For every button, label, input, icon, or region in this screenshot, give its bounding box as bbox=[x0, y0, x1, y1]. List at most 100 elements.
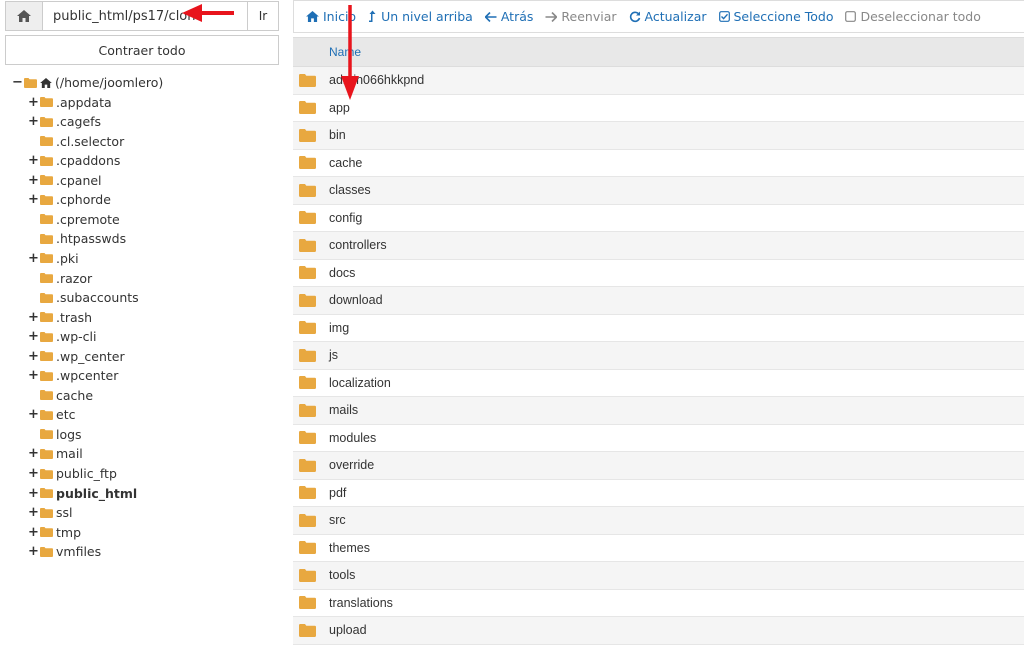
folder-icon bbox=[40, 273, 53, 283]
folder-icon bbox=[299, 513, 316, 527]
back-button[interactable]: Atrás bbox=[484, 9, 533, 24]
table-row[interactable]: upload bbox=[293, 617, 1024, 645]
tree-item[interactable]: .htpasswds bbox=[40, 229, 126, 248]
table-row[interactable]: app bbox=[293, 94, 1024, 122]
expand-toggle-icon[interactable]: + bbox=[28, 349, 39, 364]
table-row[interactable]: localization bbox=[293, 369, 1024, 397]
tree-item[interactable]: + .cphorde bbox=[28, 190, 111, 209]
file-name: themes bbox=[329, 540, 370, 555]
tree-item[interactable]: cache bbox=[40, 386, 93, 405]
tree-item[interactable]: + .cpaddons bbox=[28, 151, 120, 170]
folder-icon bbox=[40, 312, 53, 323]
table-row[interactable]: js bbox=[293, 342, 1024, 370]
tree-item[interactable]: + .wpcenter bbox=[28, 366, 118, 385]
file-name: pdf bbox=[329, 485, 347, 500]
tree-root[interactable]: − (/home/joomlero) bbox=[12, 73, 163, 92]
expand-toggle-icon[interactable]: + bbox=[28, 192, 39, 207]
tree-item[interactable]: + public_ftp bbox=[28, 464, 117, 483]
table-row[interactable]: translations bbox=[293, 589, 1024, 617]
tree-item[interactable]: + public_html bbox=[28, 484, 137, 503]
arrow-right-icon bbox=[545, 11, 558, 22]
forward-button[interactable]: Reenviar bbox=[545, 9, 617, 24]
expand-toggle-icon[interactable]: + bbox=[28, 407, 39, 422]
file-manager-panel: Inicio Un nivel arriba Atrás Reenviar Ac… bbox=[293, 0, 1024, 654]
collapse-all-button[interactable]: Contraer todo bbox=[5, 35, 279, 65]
refresh-button[interactable]: Actualizar bbox=[629, 9, 707, 24]
expand-toggle-icon[interactable]: + bbox=[28, 525, 39, 540]
expand-toggle-icon[interactable]: + bbox=[28, 95, 39, 110]
tree-item[interactable]: + .wp_center bbox=[28, 347, 125, 366]
expand-toggle-icon[interactable]: + bbox=[28, 153, 39, 168]
tree-item[interactable]: + ssl bbox=[28, 503, 73, 522]
tree-item-label: .cpaddons bbox=[56, 153, 121, 169]
tree-item[interactable]: + .appdata bbox=[28, 93, 112, 112]
expand-toggle-icon[interactable]: + bbox=[28, 466, 39, 481]
expand-toggle-icon[interactable]: + bbox=[28, 310, 39, 325]
go-button[interactable]: Ir bbox=[247, 2, 278, 30]
table-row[interactable]: modules bbox=[293, 424, 1024, 452]
tree-item[interactable]: .razor bbox=[40, 269, 92, 288]
home-button[interactable] bbox=[6, 2, 43, 30]
folder-icon bbox=[40, 409, 53, 420]
refresh-icon bbox=[629, 11, 640, 22]
table-row[interactable]: download bbox=[293, 287, 1024, 315]
table-row[interactable]: admin066hkkpnd bbox=[293, 67, 1024, 95]
tree-item-label: mail bbox=[56, 446, 83, 462]
tree-item[interactable]: .subaccounts bbox=[40, 288, 139, 307]
table-row[interactable]: img bbox=[293, 314, 1024, 342]
tree-item[interactable]: + .cagefs bbox=[28, 112, 101, 131]
home-toolbar-label: Inicio bbox=[323, 9, 357, 24]
tree-item[interactable]: + .trash bbox=[28, 308, 92, 327]
table-row[interactable]: bin bbox=[293, 122, 1024, 150]
file-name: admin066hkkpnd bbox=[329, 73, 425, 88]
path-input[interactable] bbox=[43, 2, 247, 30]
collapse-toggle-icon[interactable]: − bbox=[12, 75, 23, 90]
tree-item[interactable]: .cpremote bbox=[40, 210, 120, 229]
folder-icon bbox=[299, 183, 316, 197]
table-row[interactable]: pdf bbox=[293, 479, 1024, 507]
table-row[interactable]: src bbox=[293, 507, 1024, 535]
file-name: img bbox=[329, 320, 350, 335]
deselect-all-button[interactable]: Deseleccionar todo bbox=[845, 9, 981, 24]
expand-toggle-icon[interactable]: + bbox=[28, 544, 39, 559]
tree-item[interactable]: .cl.selector bbox=[40, 132, 124, 151]
tree-item-label: cache bbox=[56, 387, 94, 403]
folder-icon bbox=[40, 155, 53, 166]
table-row[interactable]: themes bbox=[293, 534, 1024, 562]
expand-toggle-icon[interactable]: + bbox=[28, 446, 39, 461]
table-row[interactable]: docs bbox=[293, 259, 1024, 287]
expand-toggle-icon[interactable]: + bbox=[28, 114, 39, 129]
up-level-button[interactable]: Un nivel arriba bbox=[368, 9, 473, 24]
tree-item[interactable]: + etc bbox=[28, 405, 75, 424]
expand-toggle-icon[interactable]: + bbox=[28, 173, 39, 188]
expand-toggle-icon[interactable]: + bbox=[28, 505, 39, 520]
table-row[interactable]: cache bbox=[293, 149, 1024, 177]
refresh-label: Actualizar bbox=[644, 9, 707, 24]
tree-item[interactable]: logs bbox=[40, 425, 82, 444]
file-name: bin bbox=[329, 128, 346, 143]
tree-root-label: (/home/joomlero) bbox=[55, 75, 164, 90]
table-row[interactable]: controllers bbox=[293, 232, 1024, 260]
expand-toggle-icon[interactable]: + bbox=[28, 486, 39, 501]
tree-item[interactable]: + vmfiles bbox=[28, 542, 101, 561]
table-row[interactable]: config bbox=[293, 204, 1024, 232]
tree-item[interactable]: + .wp-cli bbox=[28, 327, 96, 346]
expand-toggle-icon[interactable]: + bbox=[28, 329, 39, 344]
tree-item-label: tmp bbox=[56, 524, 82, 540]
tree-item[interactable]: + .pki bbox=[28, 249, 79, 268]
table-row[interactable]: override bbox=[293, 452, 1024, 480]
name-column-header[interactable]: Name bbox=[329, 45, 361, 59]
tree-item-label: vmfiles bbox=[56, 544, 102, 560]
table-row[interactable]: mails bbox=[293, 397, 1024, 425]
tree-item-label: public_ftp bbox=[56, 466, 117, 481]
table-row[interactable]: tools bbox=[293, 562, 1024, 590]
select-all-button[interactable]: Seleccione Todo bbox=[718, 9, 833, 24]
expand-toggle-icon[interactable]: + bbox=[28, 251, 39, 266]
home-toolbar-button[interactable]: Inicio bbox=[306, 9, 356, 24]
tree-item[interactable]: + tmp bbox=[28, 523, 81, 542]
tree-item[interactable]: + mail bbox=[28, 444, 83, 463]
tree-item[interactable]: + .cpanel bbox=[28, 171, 102, 190]
folder-icon bbox=[299, 238, 316, 252]
table-row[interactable]: classes bbox=[293, 177, 1024, 205]
expand-toggle-icon[interactable]: + bbox=[28, 368, 39, 383]
